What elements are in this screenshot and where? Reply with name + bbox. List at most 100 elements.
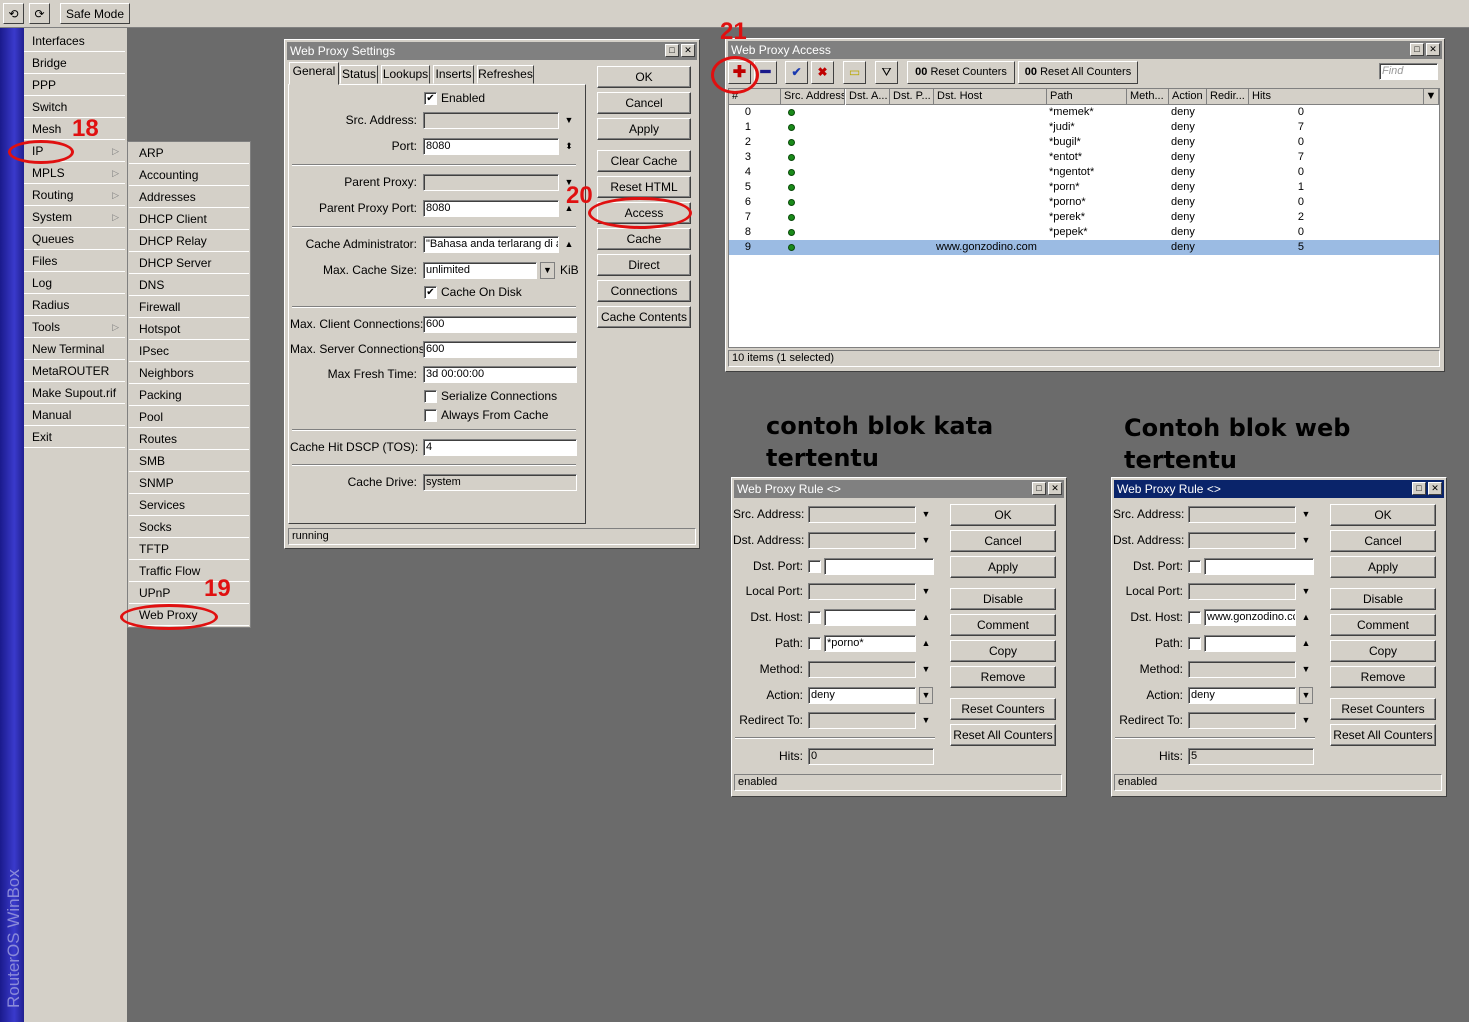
spin-icon[interactable]: ⬍ — [562, 138, 576, 155]
cache-button[interactable]: Cache — [597, 228, 691, 250]
sidebar-item-make-supout-rif[interactable]: Make Supout.rif — [24, 383, 125, 404]
close-icon[interactable]: ✕ — [1048, 482, 1062, 495]
submenu-item-addresses[interactable]: Addresses — [129, 187, 249, 208]
undo-icon[interactable]: ⟲ — [3, 3, 24, 24]
close-icon[interactable]: ✕ — [1428, 482, 1442, 495]
cache-drive-field[interactable]: system — [423, 474, 577, 491]
sidebar-item-new-terminal[interactable]: New Terminal — [24, 339, 125, 360]
field-6[interactable] — [808, 661, 916, 678]
field-0[interactable] — [1188, 506, 1296, 523]
field-0[interactable] — [808, 506, 916, 523]
reset-counters-button[interactable]: 00 Reset Counters — [907, 61, 1015, 84]
apply-button[interactable]: Apply — [597, 118, 691, 140]
column-header[interactable]: Dst. Host — [934, 89, 1047, 105]
submenu-item-arp[interactable]: ARP — [129, 143, 249, 164]
submenu-item-services[interactable]: Services — [129, 495, 249, 516]
dst-host-field[interactable] — [824, 609, 916, 626]
dropdown-arrow-icon[interactable]: ▼ — [1299, 532, 1313, 549]
submenu-item-dhcp-client[interactable]: DHCP Client — [129, 209, 249, 230]
dst-port-field[interactable] — [824, 558, 934, 575]
sidebar-item-interfaces[interactable]: Interfaces — [24, 31, 125, 52]
cache-admin-field[interactable]: "Bahasa anda terlarang di a — [423, 236, 559, 253]
find-input[interactable]: Find — [1379, 63, 1438, 80]
remove-button[interactable]: Remove — [1330, 666, 1436, 688]
dropdown-arrow-icon[interactable]: ▼ — [1299, 583, 1313, 600]
dropdown-arrow-icon[interactable]: ▼ — [919, 532, 933, 549]
tab-refreshes[interactable]: Refreshes — [477, 65, 534, 84]
table-row[interactable]: 5 *porn* deny 1 — [729, 180, 1439, 195]
table-row[interactable]: 2 *bugil* deny 0 — [729, 135, 1439, 150]
field-3[interactable] — [1188, 583, 1296, 600]
always-from-cache-checkbox[interactable] — [424, 409, 437, 422]
field-6[interactable] — [1188, 661, 1296, 678]
ok-button[interactable]: OK — [1330, 504, 1436, 526]
reset-all-counters-button[interactable]: Reset All Counters — [950, 724, 1056, 746]
table-row[interactable]: 6 *porno* deny 0 — [729, 195, 1439, 210]
table-row[interactable]: 3 *entot* deny 7 — [729, 150, 1439, 165]
serialize-connections-checkbox[interactable] — [424, 390, 437, 403]
column-header[interactable]: Dst. P... — [890, 89, 934, 105]
column-menu-icon[interactable]: ▼ — [1424, 89, 1439, 105]
column-header[interactable]: Meth... — [1127, 89, 1169, 105]
max-server-connections-field[interactable]: 600 — [423, 341, 577, 358]
dropdown-arrow-icon[interactable]: ▼ — [919, 661, 933, 678]
reset-all-counters-button[interactable]: 00 Reset All Counters — [1018, 61, 1138, 84]
submenu-item-firewall[interactable]: Firewall — [129, 297, 249, 318]
sidebar-item-log[interactable]: Log — [24, 273, 125, 294]
parent-proxy-field[interactable] — [423, 174, 559, 191]
enabled-checkbox[interactable]: ✔ — [424, 92, 437, 105]
column-header[interactable]: Src. Address — [781, 89, 845, 105]
submenu-item-dns[interactable]: DNS — [129, 275, 249, 296]
submenu-item-dhcp-server[interactable]: DHCP Server — [129, 253, 249, 274]
cancel-button[interactable]: Cancel — [597, 92, 691, 114]
cache-contents-button[interactable]: Cache Contents — [597, 306, 691, 328]
ok-button[interactable]: OK — [597, 66, 691, 88]
ok-button[interactable]: OK — [950, 504, 1056, 526]
cancel-button[interactable]: Cancel — [950, 530, 1056, 552]
submenu-item-hotspot[interactable]: Hotspot — [129, 319, 249, 340]
apply-button[interactable]: Apply — [1330, 556, 1436, 578]
dst-port-field[interactable] — [1204, 558, 1314, 575]
max-client-connections-field[interactable]: 600 — [423, 316, 577, 333]
maximize-icon[interactable]: □ — [665, 44, 679, 57]
direct-button[interactable]: Direct — [597, 254, 691, 276]
sidebar-item-manual[interactable]: Manual — [24, 405, 125, 426]
dropdown-arrow-icon[interactable]: ▼ — [919, 583, 933, 600]
dst-host-negate-checkbox[interactable] — [808, 611, 821, 624]
collapse-arrow-icon[interactable]: ▲ — [1299, 635, 1313, 652]
remove-button[interactable]: Remove — [950, 666, 1056, 688]
path-negate-checkbox[interactable] — [808, 637, 821, 650]
disable-button[interactable]: Disable — [1330, 588, 1436, 610]
maximize-icon[interactable]: □ — [1410, 43, 1424, 56]
reset-all-counters-button[interactable]: Reset All Counters — [1330, 724, 1436, 746]
path-field[interactable]: *porno* — [824, 635, 916, 652]
sidebar-item-radius[interactable]: Radius — [24, 295, 125, 316]
submenu-item-accounting[interactable]: Accounting — [129, 165, 249, 186]
sidebar-item-metarouter[interactable]: MetaROUTER — [24, 361, 125, 382]
max-fresh-time-field[interactable]: 3d 00:00:00 — [423, 366, 577, 383]
redo-icon[interactable]: ⟳ — [29, 3, 50, 24]
column-header[interactable]: Hits — [1249, 89, 1424, 105]
reset-counters-button[interactable]: Reset Counters — [950, 698, 1056, 720]
disable-icon[interactable]: ✖ — [811, 61, 834, 84]
submenu-item-smb[interactable]: SMB — [129, 451, 249, 472]
comment-button[interactable]: Comment — [950, 614, 1056, 636]
field-8[interactable] — [808, 712, 916, 729]
table-row[interactable]: 1 *judi* deny 7 — [729, 120, 1439, 135]
cache-on-disk-checkbox[interactable]: ✔ — [424, 286, 437, 299]
sidebar-item-queues[interactable]: Queues — [24, 229, 125, 250]
dropdown-arrow-icon[interactable]: ▼ — [562, 112, 576, 129]
sidebar-item-routing[interactable]: Routing ▷ — [24, 185, 125, 206]
dropdown-arrow-icon[interactable]: ▼ — [1299, 712, 1313, 729]
dst-port-negate-checkbox[interactable] — [808, 560, 821, 573]
action-field[interactable]: deny — [808, 687, 916, 704]
port-field[interactable]: 8080 — [423, 138, 559, 155]
submenu-item-routes[interactable]: Routes — [129, 429, 249, 450]
copy-button[interactable]: Copy — [950, 640, 1056, 662]
collapse-arrow-icon[interactable]: ▲ — [562, 236, 576, 253]
dropdown-arrow-icon[interactable]: ▼ — [1299, 661, 1313, 678]
table-row[interactable]: 0 *memek* deny 0 — [729, 105, 1439, 120]
reset-counters-button[interactable]: Reset Counters — [1330, 698, 1436, 720]
disable-button[interactable]: Disable — [950, 588, 1056, 610]
dropdown-arrow-icon[interactable]: ▼ — [919, 506, 933, 523]
